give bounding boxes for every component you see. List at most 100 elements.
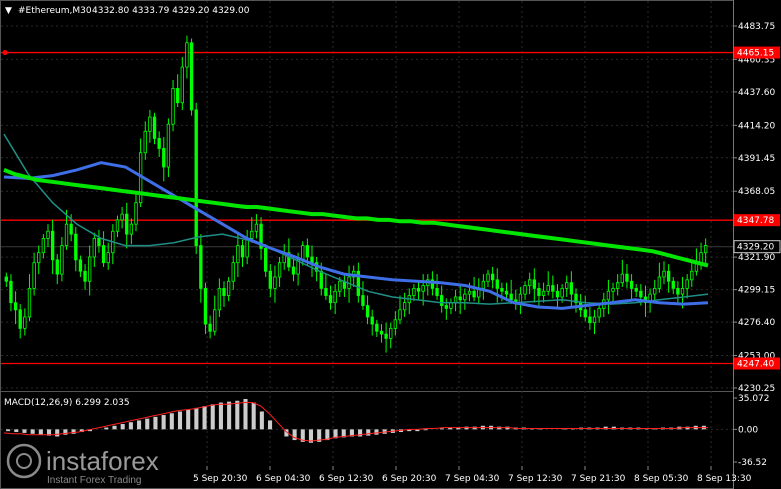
- candle-body: [537, 287, 541, 296]
- candle-body: [55, 259, 59, 275]
- time-tick-label: 8 Sep 13:30: [697, 474, 752, 484]
- candle-body: [143, 130, 147, 154]
- candle-body: [495, 279, 499, 289]
- grid: [1, 1, 733, 466]
- price-tick-label: 4299.15: [738, 286, 775, 296]
- candle-body: [203, 287, 208, 325]
- candle-body: [467, 290, 472, 295]
- time-tick-label: 8 Sep 05:30: [634, 474, 689, 484]
- level-price-label: 4247.40: [737, 360, 774, 370]
- candle-body: [611, 287, 615, 292]
- candle-body: [583, 309, 587, 318]
- candle-body: [532, 279, 536, 289]
- candle-body: [588, 316, 592, 324]
- candle-body: [18, 309, 22, 329]
- time-tick-label: 6 Sep 20:30: [382, 474, 437, 484]
- candle-body: [23, 316, 27, 329]
- candle-body: [509, 293, 513, 301]
- candle-body: [83, 270, 87, 282]
- candle-body: [416, 287, 421, 292]
- candle-body: [291, 266, 296, 275]
- candle-body: [629, 280, 634, 289]
- candle-body: [134, 202, 138, 225]
- watermark-logo-inner-icon: [16, 453, 32, 469]
- candle-body: [64, 223, 69, 246]
- candle-body: [490, 273, 495, 281]
- candle-body: [370, 316, 374, 325]
- candle-body: [444, 305, 448, 309]
- candle-body: [402, 302, 407, 311]
- candle-body: [222, 287, 226, 296]
- candle-body: [653, 287, 657, 295]
- candle-body: [78, 259, 83, 272]
- candle-body: [528, 279, 532, 286]
- chart-canvas[interactable]: instaforex Instant Forex Trading 4483.75…: [0, 0, 781, 489]
- candle-body: [240, 245, 245, 258]
- moving-averages: [3, 133, 709, 310]
- candle-body: [9, 280, 13, 304]
- candle-body: [504, 290, 509, 295]
- candle-body: [277, 262, 282, 278]
- candle-body: [231, 262, 235, 282]
- candle-body: [541, 290, 546, 296]
- candle-body: [92, 238, 96, 258]
- candle-body: [185, 42, 189, 68]
- macd-tick-label: -36.52: [738, 458, 767, 468]
- candle-body: [236, 245, 240, 264]
- candle-body: [518, 293, 523, 304]
- time-tick-label: 6 Sep 04:30: [256, 474, 311, 484]
- watermark-brand: instaforex: [46, 446, 159, 476]
- candle-body: [166, 123, 171, 168]
- candle-body: [704, 245, 708, 254]
- watermark-logo-icon: [6, 443, 42, 479]
- candle-body: [398, 309, 402, 321]
- candle-body: [162, 148, 166, 168]
- candle-body: [384, 333, 388, 339]
- price-tick-label: 4230.25: [738, 384, 775, 394]
- candle-body: [500, 287, 504, 292]
- candle-body: [634, 287, 638, 292]
- candle-body: [37, 252, 41, 264]
- candle-body: [148, 116, 152, 132]
- menu-arrow-icon[interactable]: ▼: [5, 6, 12, 16]
- candle-body: [565, 282, 569, 289]
- candle-body: [157, 138, 161, 149]
- candle-body: [106, 252, 110, 264]
- candle-body: [546, 285, 550, 292]
- candle-body: [412, 287, 416, 296]
- price-tick-label: 4391.45: [738, 154, 775, 164]
- candle-body: [180, 66, 184, 104]
- candle-body: [449, 302, 453, 309]
- price-tick-label: 4483.75: [738, 22, 775, 32]
- candle-body: [606, 290, 611, 301]
- candle-body: [319, 270, 323, 289]
- candle-body: [88, 256, 92, 282]
- candle-body: [616, 282, 620, 289]
- candle-body: [305, 245, 310, 258]
- time-tick-label: 5 Sep 20:30: [193, 474, 248, 484]
- candle-body: [189, 42, 194, 111]
- candle-body: [690, 270, 694, 281]
- candle-body: [171, 88, 175, 125]
- candle-body: [393, 319, 398, 329]
- candle-body: [676, 287, 680, 295]
- candle-body: [60, 245, 64, 275]
- candle-body: [125, 213, 129, 235]
- watermark: instaforex Instant Forex Trading: [6, 443, 159, 486]
- candle-body: [666, 270, 671, 282]
- candle-body: [120, 213, 124, 221]
- candle-body: [254, 223, 259, 232]
- candle-body: [458, 296, 462, 301]
- candle-body: [620, 273, 624, 284]
- level-price-label: 4347.78: [737, 216, 774, 226]
- candle-body: [199, 245, 203, 289]
- candle-body: [13, 302, 18, 311]
- macd-signal-line: [3, 402, 708, 442]
- price-tick-label: 4368.05: [738, 187, 775, 197]
- candle-body: [481, 280, 486, 289]
- candle-body: [560, 287, 564, 298]
- candle-body: [421, 285, 425, 292]
- time-tick-label: 6 Sep 12:30: [319, 474, 374, 484]
- macd-tick-label: 0.00: [738, 425, 758, 435]
- level-anchor-icon: [2, 50, 8, 56]
